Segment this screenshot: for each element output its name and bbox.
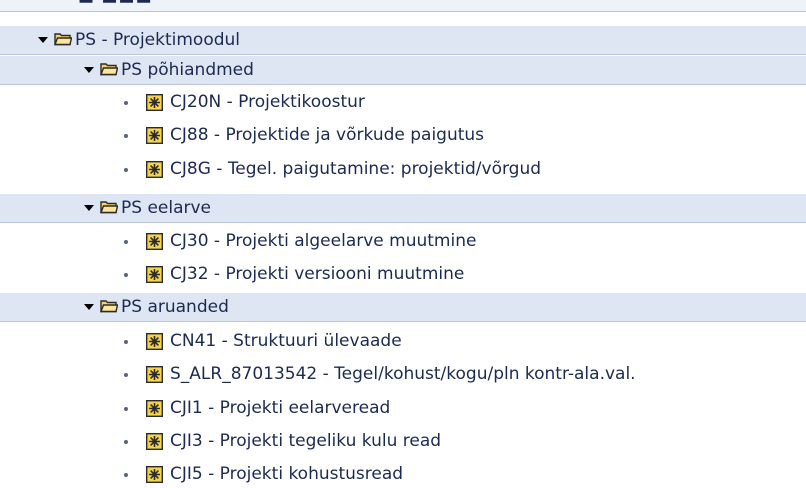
tree-leaf-label: CJ30 - Projekti algeelarve muutmine — [170, 231, 477, 251]
bullet-dot — [124, 273, 128, 277]
tree-leaf[interactable]: CJ20N - Projektikoostur — [0, 88, 806, 117]
tree-leaf[interactable]: CJ8G - Tegel. paigutamine: projektid/võr… — [0, 155, 806, 184]
tree-leaf[interactable]: CN41 - Struktuuri ülevaade — [0, 327, 806, 356]
folder-open-icon — [100, 201, 118, 214]
tree-row-partial[interactable]: ▬ ▬▬▬ — [0, 0, 806, 12]
transaction-icon — [146, 266, 163, 283]
tree-leaf[interactable]: CJ32 - Projekti versiooni muutmine — [0, 260, 806, 289]
transaction-icon — [146, 366, 163, 383]
expand-arrow-icon[interactable] — [84, 304, 94, 310]
tree-leaf[interactable]: S_ALR_87013542 - Tegel/kohust/kogu/pln k… — [0, 360, 806, 389]
expand-arrow-icon[interactable] — [84, 67, 94, 73]
tree-leaf-label: CN41 - Struktuuri ülevaade — [170, 331, 402, 351]
transaction-icon — [146, 333, 163, 350]
tree-leaf-label: CJ32 - Projekti versiooni muutmine — [170, 264, 465, 284]
expand-arrow-icon[interactable] — [84, 205, 94, 211]
tree-node-ps-aruanded[interactable]: PS aruanded — [0, 293, 806, 322]
tree-leaf-label: CJI5 - Projekti kohustusread — [170, 464, 404, 484]
menu-tree: ▬ ▬▬▬ PS - Projektimoodul PS põhiandmed … — [0, 0, 806, 488]
tree-node-label: PS eelarve — [121, 198, 212, 218]
folder-open-icon — [100, 63, 118, 76]
tree-node-label: PS - Projektimoodul — [75, 30, 241, 50]
tree-leaf[interactable]: CJI3 - Projekti tegeliku kulu read — [0, 427, 806, 456]
tree-node-label: PS põhiandmed — [121, 60, 254, 80]
transaction-icon — [146, 400, 163, 417]
tree-node-ps-eelarve[interactable]: PS eelarve — [0, 194, 806, 223]
tree-leaf-label: CJ88 - Projektide ja võrkude paigutus — [170, 125, 485, 145]
tree-leaf-label: CJ20N - Projektikoostur — [170, 92, 365, 112]
transaction-icon — [146, 233, 163, 250]
tree-node-label: PS aruanded — [121, 297, 229, 317]
tree-leaf-label: CJ8G - Tegel. paigutamine: projektid/võr… — [170, 159, 542, 179]
tree-leaf[interactable]: CJ88 - Projektide ja võrkude paigutus — [0, 121, 806, 150]
partial-row-label: ▬ ▬▬▬ — [78, 0, 153, 8]
tree-leaf[interactable]: CJI1 - Projekti eelarveread — [0, 394, 806, 423]
tree-leaf[interactable]: CJI5 - Projekti kohustusread — [0, 460, 806, 488]
transaction-icon — [146, 94, 163, 111]
bullet-dot — [124, 101, 128, 105]
tree-leaf[interactable]: CJ30 - Projekti algeelarve muutmine — [0, 227, 806, 256]
folder-open-icon — [100, 300, 118, 313]
transaction-icon — [146, 466, 163, 483]
transaction-icon — [146, 127, 163, 144]
bullet-dot — [124, 340, 128, 344]
expand-arrow-icon[interactable] — [38, 37, 48, 43]
tree-leaf-label: CJI3 - Projekti tegeliku kulu read — [170, 431, 442, 451]
tree-leaf-label: CJI1 - Projekti eelarveread — [170, 398, 391, 418]
tree-node-root[interactable]: PS - Projektimoodul — [0, 26, 806, 55]
folder-open-icon — [54, 33, 72, 46]
tree-leaf-label: S_ALR_87013542 - Tegel/kohust/kogu/pln k… — [170, 364, 636, 384]
bullet-dot — [124, 373, 128, 377]
bullet-dot — [124, 168, 128, 172]
bullet-dot — [124, 473, 128, 477]
transaction-icon — [146, 433, 163, 450]
bullet-dot — [124, 134, 128, 138]
bullet-dot — [124, 407, 128, 411]
bullet-dot — [124, 440, 128, 444]
tree-node-ps-pohiandmed[interactable]: PS põhiandmed — [0, 56, 806, 85]
bullet-dot — [124, 240, 128, 244]
transaction-icon — [146, 161, 163, 178]
